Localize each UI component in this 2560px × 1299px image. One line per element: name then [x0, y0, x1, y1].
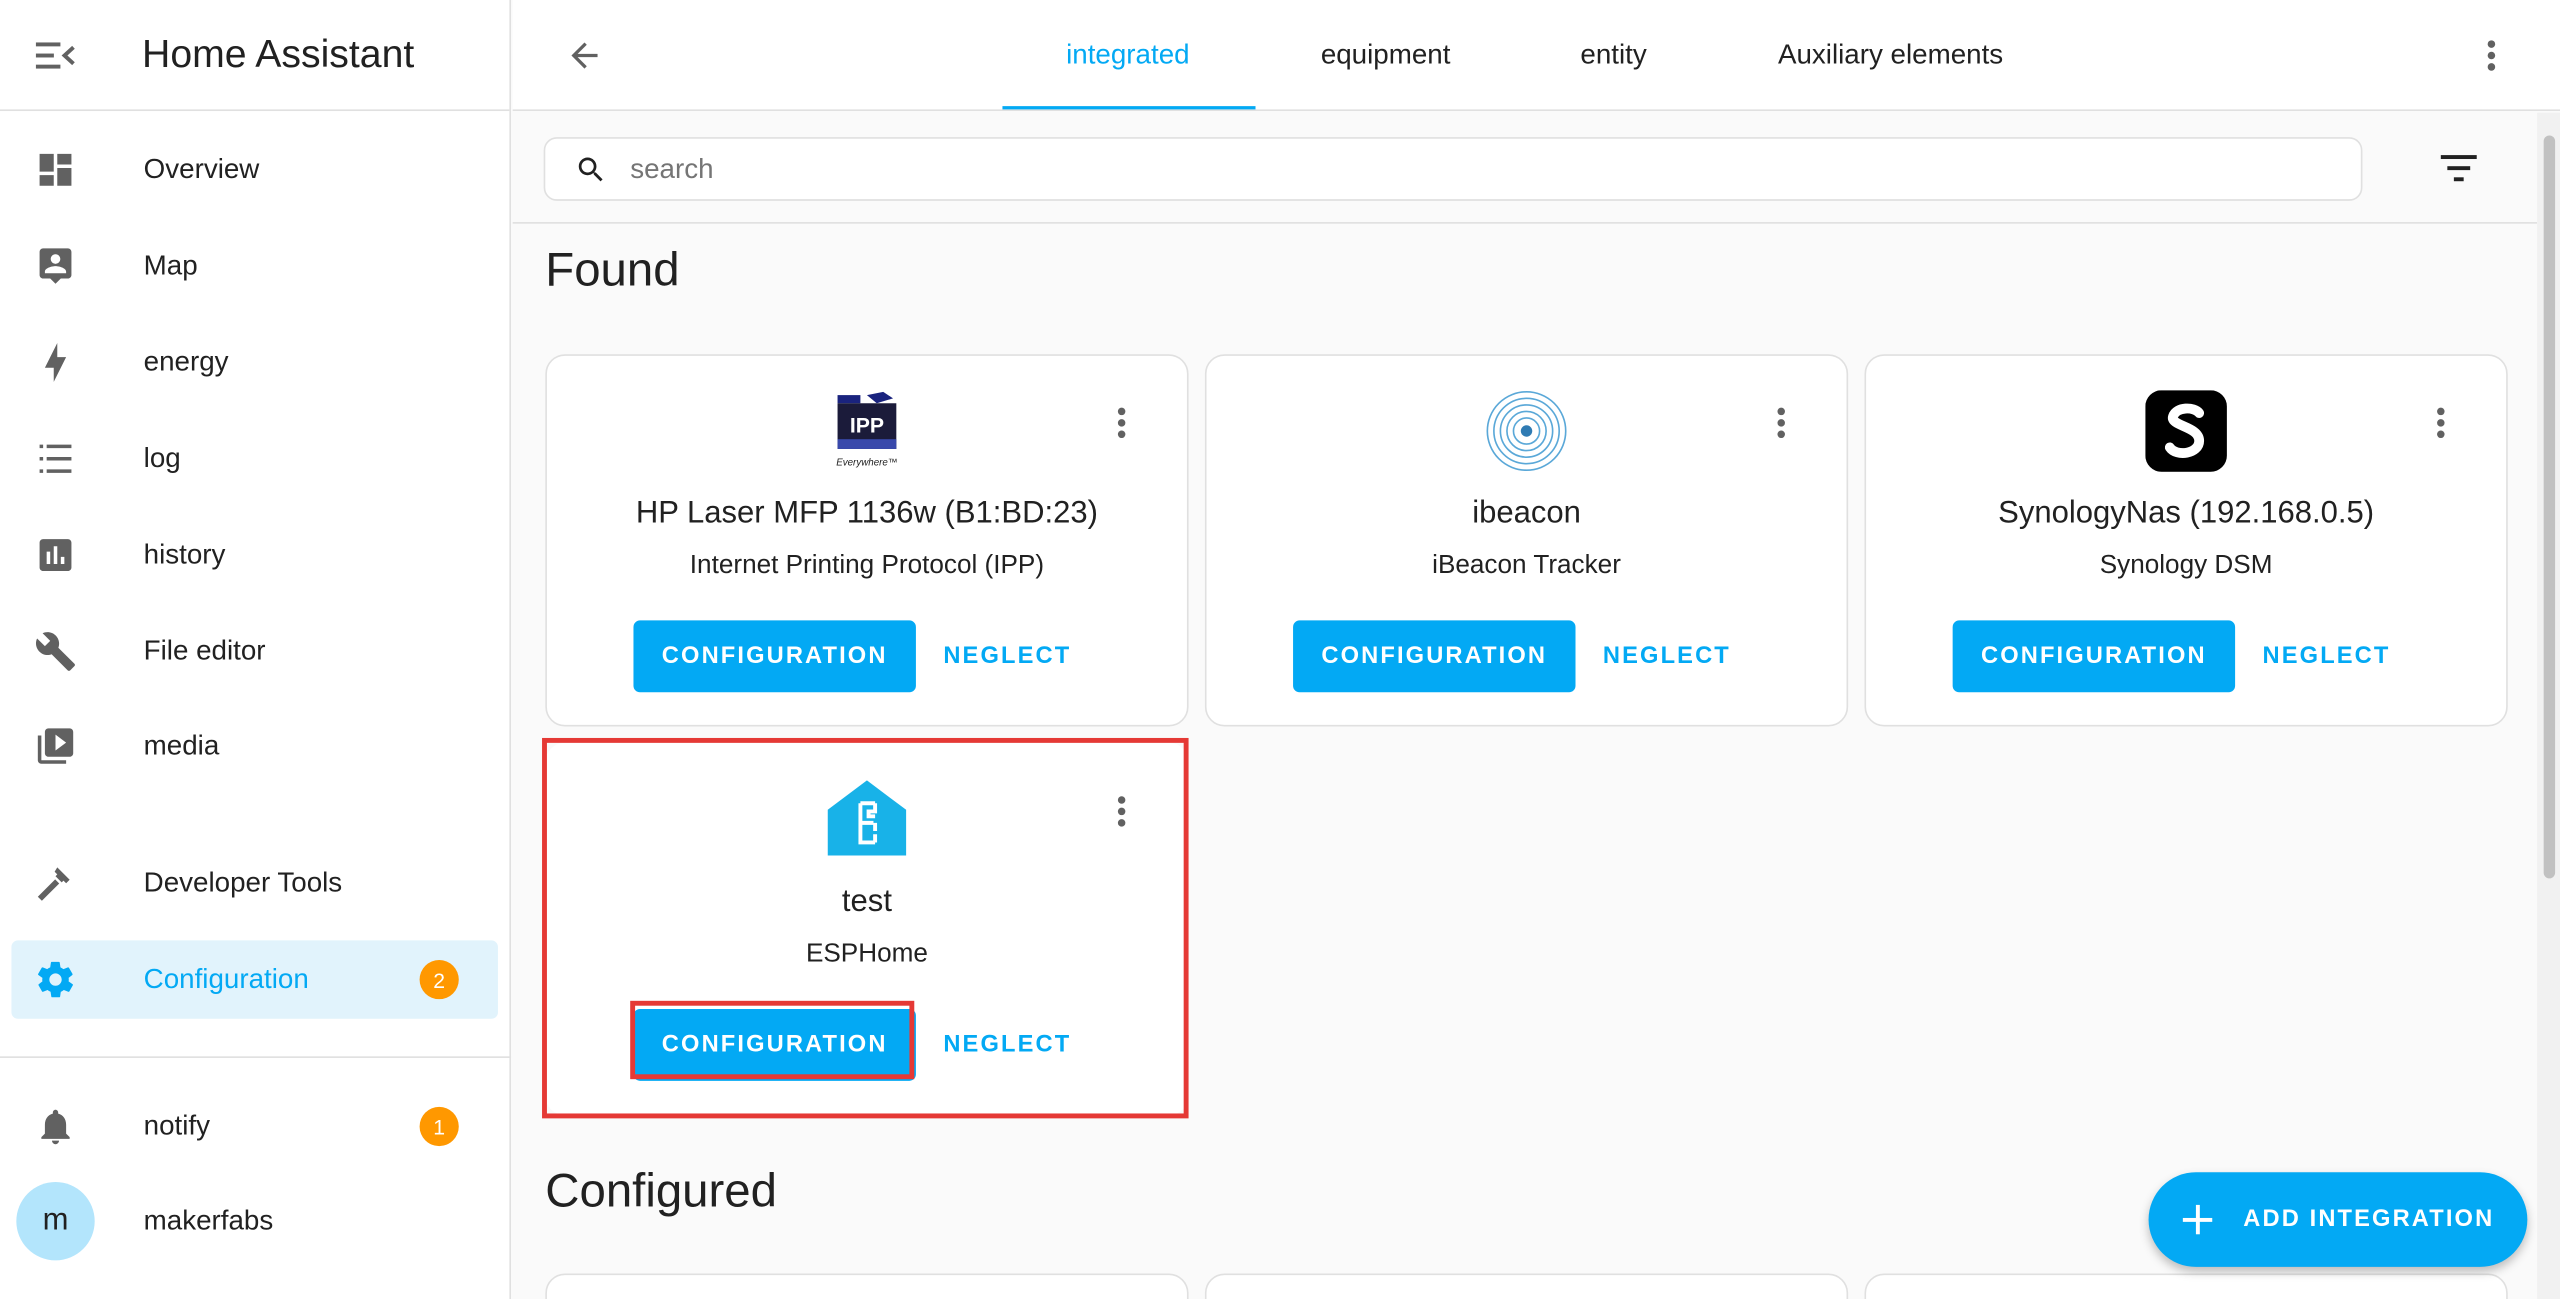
sidebar-item-user[interactable]: makerfabs [11, 1182, 498, 1260]
dots-vertical-icon [1117, 407, 1126, 439]
card-overflow-button[interactable] [1102, 398, 1141, 447]
search-box [543, 137, 2363, 201]
notify-badge: 1 [419, 1106, 459, 1147]
ipp-logo: IPP Everywhere™ [824, 389, 909, 474]
hammer-icon [11, 844, 99, 922]
search-row [512, 112, 2538, 224]
tab-integrated[interactable]: integrated [1066, 0, 1189, 111]
svg-text:IPP: IPP [850, 415, 884, 438]
play-box-multiple-icon [11, 707, 99, 785]
menu-collapse-button[interactable] [0, 0, 111, 110]
sidebar-item-media[interactable]: media [11, 707, 498, 785]
add-integration-button[interactable]: ADD INTEGRATION [2148, 1172, 2528, 1267]
synology-logo [2144, 389, 2229, 474]
card-title: HP Laser MFP 1136w (B1:BD:23) [635, 496, 1098, 531]
plus-icon [2178, 1200, 2217, 1239]
ignore-button[interactable]: NEGLECT [2251, 620, 2401, 692]
search-icon [578, 157, 603, 182]
configure-button[interactable]: CONFIGURATION [633, 620, 916, 693]
sidebar-item-label: log [143, 442, 181, 474]
back-button[interactable] [558, 29, 610, 81]
sidebar-item-developer-tools[interactable]: Developer Tools [11, 844, 498, 922]
sidebar-divider [0, 1056, 512, 1058]
card-title: ibeacon [1472, 496, 1581, 531]
bell-icon [11, 1087, 99, 1165]
menu-open-icon [35, 41, 75, 68]
overflow-menu-button[interactable] [2465, 29, 2517, 81]
sidebar-item-label: Developer Tools [143, 866, 343, 898]
highlight-box-configure-button [630, 1000, 915, 1080]
scrollbar-thumb[interactable] [2543, 135, 2556, 879]
sidebar-item-label: history [143, 538, 226, 570]
sidebar-item-overview[interactable]: Overview [11, 131, 498, 209]
tab-entity[interactable]: entity [1580, 0, 1646, 111]
card-subtitle: iBeacon Tracker [1432, 551, 1621, 580]
arrow-left-icon [571, 42, 598, 69]
ignore-button[interactable]: NEGLECT [1592, 620, 1742, 692]
scrollbar[interactable] [2537, 112, 2560, 1299]
filter-icon [2440, 155, 2477, 182]
section-title-configured: Configured [545, 1165, 777, 1218]
sidebar-item-label: notify [143, 1110, 211, 1142]
sidebar-item-label: Map [143, 249, 198, 281]
dots-vertical-icon [2437, 407, 2445, 439]
app-title: Home Assistant [142, 31, 415, 76]
sidebar-item-log[interactable]: log [11, 420, 498, 498]
sidebar-item-label: energy [143, 346, 229, 378]
add-integration-label: ADD INTEGRATION [2243, 1206, 2495, 1233]
configured-card[interactable] [1204, 1273, 1849, 1299]
account-box-icon [11, 227, 99, 305]
discovered-card-synology: SynologyNas (192.168.0.5) Synology DSM C… [1864, 354, 2508, 727]
active-tab-indicator [1002, 106, 1256, 110]
sidebar-item-file-editor[interactable]: File editor [11, 612, 498, 690]
user-name: makerfabs [143, 1204, 274, 1236]
section-title-found: Found [545, 244, 680, 298]
card-overflow-button[interactable] [1762, 398, 1801, 447]
sidebar-item-energy[interactable]: energy [11, 323, 498, 401]
card-subtitle: Internet Printing Protocol (IPP) [689, 551, 1045, 580]
svg-text:Everywhere™: Everywhere™ [836, 457, 897, 468]
configured-card[interactable] [1864, 1273, 2508, 1299]
sidebar-item-map[interactable]: Map [11, 227, 498, 305]
card-subtitle: Synology DSM [2099, 551, 2273, 580]
chart-box-icon [11, 516, 99, 594]
search-input[interactable] [630, 152, 2263, 186]
card-overflow-button[interactable] [2421, 398, 2460, 447]
configure-button[interactable]: CONFIGURATION [1293, 620, 1576, 693]
ibeacon-logo [1484, 389, 1569, 474]
sidebar-item-label: Configuration [143, 963, 309, 995]
discovered-card-ipp: IPP Everywhere™ HP Laser MFP 1136w (B1:B… [545, 354, 1189, 727]
tab-equipment[interactable]: equipment [1321, 0, 1451, 111]
dots-vertical-icon [2487, 40, 2496, 71]
gear-icon [11, 940, 99, 1018]
dots-vertical-icon [1777, 407, 1785, 439]
configured-card[interactable] [545, 1273, 1189, 1299]
sidebar-item-configuration[interactable]: Configuration 2 [11, 940, 498, 1019]
discovered-card-ibeacon: ibeacon iBeacon Tracker CONFIGURATION NE… [1204, 354, 1849, 727]
configuration-badge: 2 [419, 959, 459, 1000]
wrench-icon [11, 612, 99, 690]
sidebar: Home Assistant Overview Map energy log h… [0, 0, 512, 1299]
filter-button[interactable] [2433, 142, 2485, 194]
card-title: SynologyNas (192.168.0.5) [1998, 496, 2375, 531]
sidebar-item-history[interactable]: history [11, 516, 498, 594]
list-icon [11, 420, 99, 498]
ignore-button[interactable]: NEGLECT [932, 620, 1082, 692]
configure-button[interactable]: CONFIGURATION [1952, 620, 2236, 693]
sidebar-item-label: media [143, 729, 220, 761]
dashboard-icon [11, 131, 99, 209]
tab-auxiliary-elements[interactable]: Auxiliary elements [1778, 0, 2003, 111]
sidebar-item-notify[interactable]: notify 1 [11, 1087, 498, 1165]
sidebar-item-label: Overview [143, 153, 260, 185]
sidebar-header: Home Assistant [0, 0, 510, 112]
top-bar: integrated equipment entity Auxiliary el… [512, 0, 2560, 112]
lightning-icon [11, 323, 99, 401]
sidebar-item-label: File editor [143, 635, 266, 667]
